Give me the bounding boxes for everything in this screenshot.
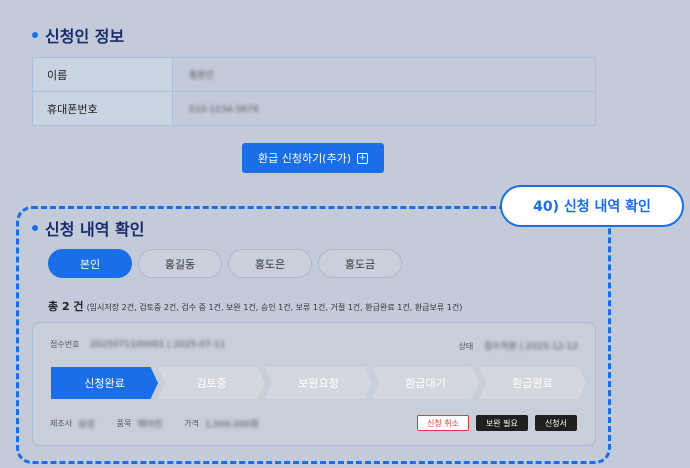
history-summary: 총 2 건 (임시저장 2건, 검토중 2건, 검수 중 1건, 보완 1건, 승… xyxy=(48,298,462,314)
tab-self[interactable]: 본인 xyxy=(48,249,132,278)
summary-total: 총 2 건 xyxy=(48,300,84,313)
application-form-button[interactable]: 신청서 xyxy=(534,415,577,431)
phone-value: 010-1234-5678 xyxy=(189,105,259,115)
step-4: 환급대기 xyxy=(372,367,479,399)
card-actions: 신청 취소 보완 필요 신청서 xyxy=(410,415,577,431)
summary-detail: (임시저장 2건, 검토중 2건, 검수 중 1건, 보완 1건, 승인 1건,… xyxy=(86,303,463,312)
name-value: 홍본인 xyxy=(189,71,214,81)
table-row: 휴대폰번호 010-1234-5678 xyxy=(32,91,596,126)
receipt-label: 접수번호 xyxy=(50,340,80,349)
item-value: 에어컨 xyxy=(137,420,163,430)
item-label: 품목 xyxy=(116,419,132,428)
receipt-value: 2025071100001 | 2025-07-11 xyxy=(90,340,226,350)
step-2: 검토중 xyxy=(158,367,265,399)
tab-member-3[interactable]: 홍도금 xyxy=(318,249,402,278)
annotation-callout: 40) 신청 내역 확인 xyxy=(500,185,684,227)
supplement-needed-button[interactable]: 보완 필요 xyxy=(475,415,528,431)
bullet-icon xyxy=(32,225,38,231)
table-row: 이름 홍본인 xyxy=(32,57,596,92)
applicant-section-title: 신청인 정보 xyxy=(32,23,124,47)
status-value: 접수처분 | 2025-12-12 xyxy=(483,342,578,352)
add-button-label: 환급 신청하기(추가) xyxy=(257,152,352,165)
price-label: 가격 xyxy=(184,419,199,428)
history-section-title: 신청 내역 확인 xyxy=(32,216,144,240)
step-5: 환급완료 xyxy=(479,367,586,399)
add-refund-application-button[interactable]: 환급 신청하기(추가) + xyxy=(242,143,384,173)
cancel-application-button[interactable]: 신청 취소 xyxy=(416,415,469,431)
family-tabs: 본인 홍길동 홍도은 홍도금 xyxy=(48,249,408,278)
progress-steps: 신청완료 검토중 보완요청 환급대기 환급완료 xyxy=(51,367,587,399)
phone-label: 휴대폰번호 xyxy=(32,91,173,126)
applicant-title-text: 신청인 정보 xyxy=(45,27,125,46)
tab-member-2[interactable]: 홍도은 xyxy=(228,249,312,278)
price-value: 1,000,000원 xyxy=(204,420,260,430)
application-card: 접수번호 2025071100001 | 2025-07-11 상태 접수처분 … xyxy=(32,322,596,446)
history-title-text: 신청 내역 확인 xyxy=(45,220,145,239)
step-1: 신청완료 xyxy=(51,367,158,399)
plus-icon: + xyxy=(357,152,369,164)
status-label: 상태 xyxy=(458,342,474,351)
step-3: 보완요청 xyxy=(265,367,372,399)
maker-value: 삼성 xyxy=(78,420,95,430)
bullet-icon xyxy=(32,32,38,38)
callout-label: 40) 신청 내역 확인 xyxy=(533,199,651,215)
applicant-info-table: 이름 홍본인 휴대폰번호 010-1234-5678 xyxy=(32,57,596,126)
maker-label: 제조사 xyxy=(50,419,73,428)
name-label: 이름 xyxy=(32,57,173,92)
tab-member-1[interactable]: 홍길동 xyxy=(138,249,222,278)
